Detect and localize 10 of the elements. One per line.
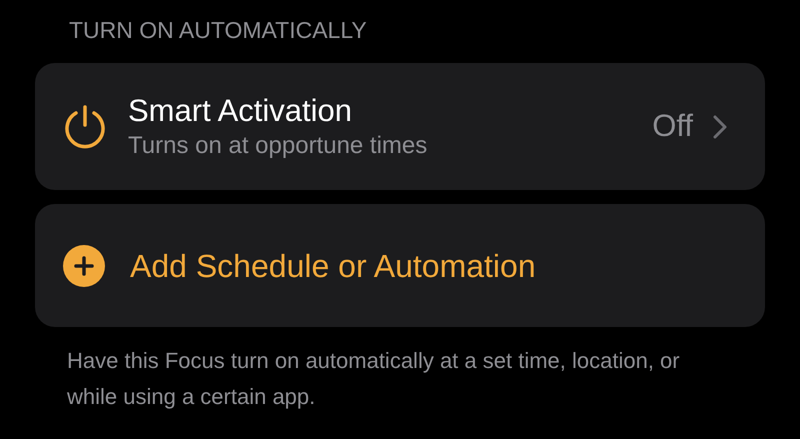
add-schedule-button[interactable]: Add Schedule or Automation xyxy=(35,204,765,327)
row-subtitle: Turns on at opportune times xyxy=(128,130,428,160)
power-icon xyxy=(63,104,107,150)
smart-activation-row[interactable]: Smart Activation Turns on at opportune times Off xyxy=(35,63,765,190)
row-title: Smart Activation xyxy=(128,92,353,130)
chevron-icon xyxy=(713,114,727,138)
add-icon xyxy=(63,244,105,286)
section-header: TURN ON AUTOMATICALLY xyxy=(68,16,368,45)
row-value: Off xyxy=(652,107,693,146)
footer-text: Have this Focus turn on automatically at a set time, location, or while using a certain app. xyxy=(66,347,681,411)
